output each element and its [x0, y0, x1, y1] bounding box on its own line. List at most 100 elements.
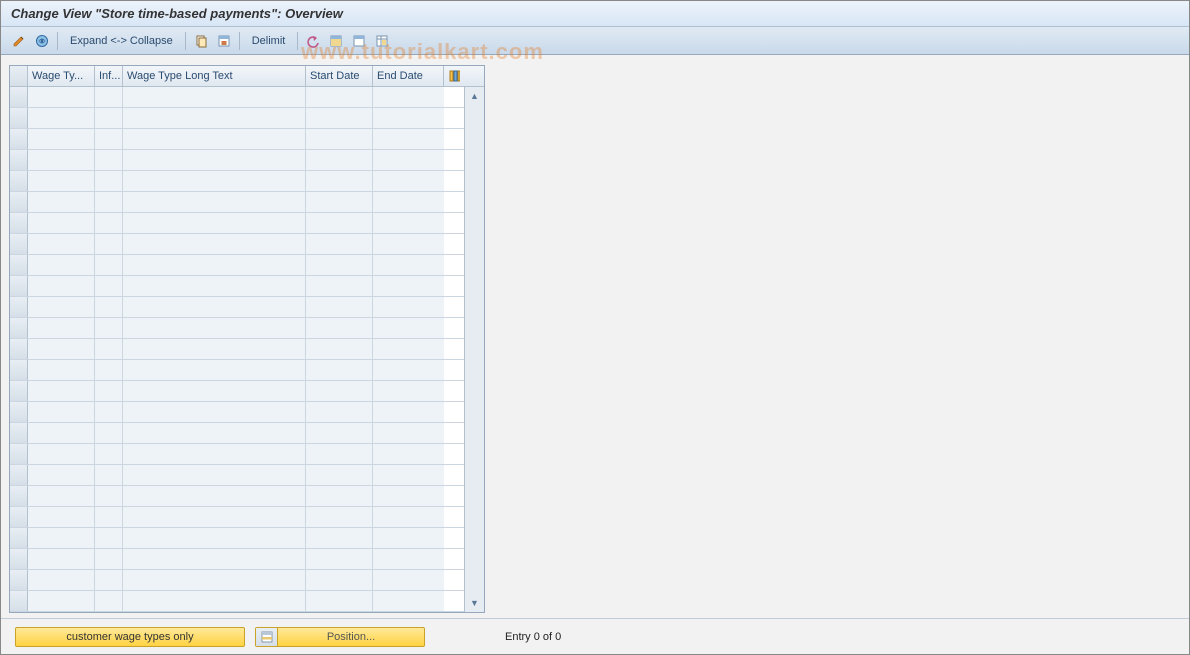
- cell-long-text[interactable]: [123, 549, 306, 569]
- table-row[interactable]: [10, 486, 464, 507]
- cell-long-text[interactable]: [123, 255, 306, 275]
- table-row[interactable]: [10, 255, 464, 276]
- table-row[interactable]: [10, 276, 464, 297]
- cell-end-date[interactable]: [373, 108, 444, 128]
- row-selector[interactable]: [10, 255, 28, 275]
- cell-inf[interactable]: [95, 507, 123, 527]
- table-row[interactable]: [10, 318, 464, 339]
- cell-long-text[interactable]: [123, 507, 306, 527]
- cell-end-date[interactable]: [373, 444, 444, 464]
- position-button[interactable]: Position...: [255, 627, 425, 647]
- cell-long-text[interactable]: [123, 381, 306, 401]
- col-start-date[interactable]: Start Date: [306, 66, 373, 86]
- cell-wage-type[interactable]: [28, 318, 95, 338]
- table-row[interactable]: [10, 297, 464, 318]
- select-all-icon[interactable]: [214, 31, 234, 51]
- row-selector[interactable]: [10, 444, 28, 464]
- cell-end-date[interactable]: [373, 465, 444, 485]
- row-selector[interactable]: [10, 318, 28, 338]
- deselect-all-icon[interactable]: [349, 31, 369, 51]
- cell-long-text[interactable]: [123, 297, 306, 317]
- row-selector[interactable]: [10, 486, 28, 506]
- cell-inf[interactable]: [95, 549, 123, 569]
- cell-start-date[interactable]: [306, 339, 373, 359]
- table-row[interactable]: [10, 192, 464, 213]
- cell-end-date[interactable]: [373, 339, 444, 359]
- cell-long-text[interactable]: [123, 276, 306, 296]
- cell-end-date[interactable]: [373, 423, 444, 443]
- cell-long-text[interactable]: [123, 423, 306, 443]
- cell-wage-type[interactable]: [28, 549, 95, 569]
- cell-inf[interactable]: [95, 339, 123, 359]
- row-selector[interactable]: [10, 507, 28, 527]
- cell-end-date[interactable]: [373, 171, 444, 191]
- table-row[interactable]: [10, 108, 464, 129]
- table-row[interactable]: [10, 423, 464, 444]
- cell-wage-type[interactable]: [28, 423, 95, 443]
- cell-long-text[interactable]: [123, 213, 306, 233]
- row-selector[interactable]: [10, 276, 28, 296]
- cell-start-date[interactable]: [306, 87, 373, 107]
- cell-start-date[interactable]: [306, 528, 373, 548]
- cell-inf[interactable]: [95, 108, 123, 128]
- cell-long-text[interactable]: [123, 402, 306, 422]
- row-selector[interactable]: [10, 423, 28, 443]
- row-selector[interactable]: [10, 465, 28, 485]
- cell-start-date[interactable]: [306, 129, 373, 149]
- cell-inf[interactable]: [95, 486, 123, 506]
- cell-long-text[interactable]: [123, 465, 306, 485]
- vertical-scrollbar[interactable]: ▲ ▼: [464, 87, 484, 612]
- cell-inf[interactable]: [95, 528, 123, 548]
- cell-long-text[interactable]: [123, 570, 306, 590]
- row-selector[interactable]: [10, 234, 28, 254]
- cell-end-date[interactable]: [373, 297, 444, 317]
- scroll-up-icon[interactable]: ▲: [466, 87, 484, 105]
- cell-long-text[interactable]: [123, 591, 306, 611]
- row-selector[interactable]: [10, 213, 28, 233]
- cell-end-date[interactable]: [373, 318, 444, 338]
- table-row[interactable]: [10, 528, 464, 549]
- row-selector[interactable]: [10, 150, 28, 170]
- cell-start-date[interactable]: [306, 234, 373, 254]
- cell-end-date[interactable]: [373, 486, 444, 506]
- cell-start-date[interactable]: [306, 318, 373, 338]
- cell-inf[interactable]: [95, 318, 123, 338]
- cell-wage-type[interactable]: [28, 297, 95, 317]
- cell-wage-type[interactable]: [28, 213, 95, 233]
- cell-inf[interactable]: [95, 234, 123, 254]
- cell-long-text[interactable]: [123, 360, 306, 380]
- cell-start-date[interactable]: [306, 507, 373, 527]
- cell-end-date[interactable]: [373, 129, 444, 149]
- cell-end-date[interactable]: [373, 213, 444, 233]
- cell-end-date[interactable]: [373, 192, 444, 212]
- row-selector[interactable]: [10, 528, 28, 548]
- cell-long-text[interactable]: [123, 486, 306, 506]
- cell-start-date[interactable]: [306, 381, 373, 401]
- cell-long-text[interactable]: [123, 528, 306, 548]
- cell-start-date[interactable]: [306, 213, 373, 233]
- copy-icon[interactable]: [191, 31, 211, 51]
- cell-inf[interactable]: [95, 444, 123, 464]
- cell-inf[interactable]: [95, 192, 123, 212]
- row-selector[interactable]: [10, 402, 28, 422]
- row-selector[interactable]: [10, 360, 28, 380]
- cell-inf[interactable]: [95, 297, 123, 317]
- cell-inf[interactable]: [95, 171, 123, 191]
- cell-start-date[interactable]: [306, 255, 373, 275]
- delimit-button[interactable]: Delimit: [245, 31, 293, 51]
- cell-start-date[interactable]: [306, 108, 373, 128]
- cell-wage-type[interactable]: [28, 507, 95, 527]
- cell-long-text[interactable]: [123, 234, 306, 254]
- cell-start-date[interactable]: [306, 591, 373, 611]
- cell-wage-type[interactable]: [28, 192, 95, 212]
- cell-end-date[interactable]: [373, 528, 444, 548]
- cell-wage-type[interactable]: [28, 570, 95, 590]
- cell-inf[interactable]: [95, 591, 123, 611]
- table-row[interactable]: [10, 339, 464, 360]
- table-row[interactable]: [10, 213, 464, 234]
- cell-end-date[interactable]: [373, 360, 444, 380]
- configure-columns-icon[interactable]: [444, 66, 464, 86]
- cell-wage-type[interactable]: [28, 486, 95, 506]
- cell-start-date[interactable]: [306, 570, 373, 590]
- cell-wage-type[interactable]: [28, 87, 95, 107]
